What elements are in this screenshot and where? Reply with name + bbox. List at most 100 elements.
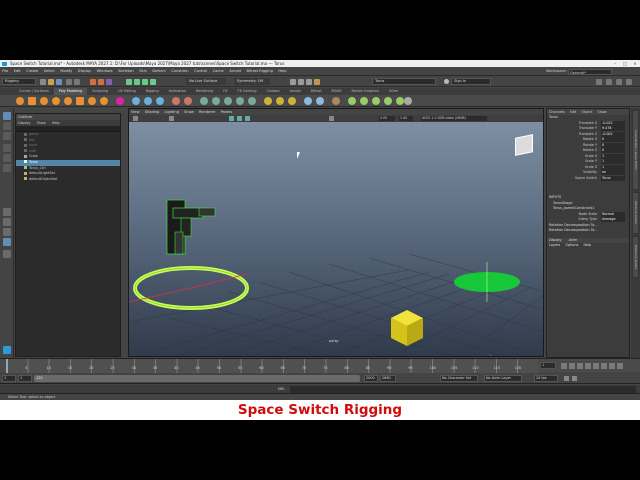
undo-icon[interactable] — [66, 78, 72, 85]
gamma-field[interactable]: 1.00 — [399, 116, 413, 121]
bevel-icon[interactable] — [224, 97, 232, 105]
viewport-panel[interactable]: View Shading Lighting Show Renderer Pane… — [128, 108, 544, 357]
menu-cache[interactable]: Cache — [210, 67, 226, 76]
shelf-tab-arnold[interactable]: Arnold — [285, 88, 306, 95]
menu-create[interactable]: Create — [24, 67, 40, 76]
outliner-menu-show[interactable]: Show — [37, 121, 46, 125]
target-weld-icon[interactable] — [276, 97, 284, 105]
snap-curve-icon[interactable] — [134, 78, 140, 85]
layer-menu-options[interactable]: Options — [565, 243, 578, 247]
layer-menu-help[interactable]: Help — [583, 243, 591, 247]
character-set-dropdown[interactable]: No Character Set — [440, 375, 478, 382]
poly-plane-icon[interactable] — [76, 97, 84, 105]
textured-icon[interactable] — [245, 116, 250, 121]
play-back-icon[interactable] — [577, 363, 583, 369]
snap-surface-icon[interactable] — [150, 78, 156, 85]
mirror-icon[interactable] — [184, 97, 192, 105]
attr-row-space-switch[interactable]: Space Switch Torus — [547, 175, 629, 182]
workspace-dropdown[interactable]: General* — [568, 68, 612, 75]
anim-prefs-icon[interactable] — [572, 376, 577, 381]
poly-disc-icon[interactable] — [88, 97, 96, 105]
live-surface-field[interactable]: No Live Surface — [186, 78, 226, 85]
view-cube[interactable] — [515, 134, 533, 156]
outliner-item[interactable]: defaultObjectSet — [16, 177, 120, 183]
viewport-menu-show[interactable]: Show — [184, 110, 194, 114]
shelf-tab-rendering[interactable]: Rendering — [191, 88, 218, 95]
move-tool-icon[interactable] — [3, 144, 11, 152]
single-view-layout-icon[interactable] — [3, 208, 11, 216]
menu-help[interactable]: Help — [276, 67, 289, 76]
go-to-end-icon[interactable] — [601, 363, 607, 369]
zoom-icon[interactable] — [3, 250, 11, 258]
menu-display[interactable]: Display — [76, 67, 94, 76]
graph-layout-icon[interactable] — [3, 238, 11, 246]
menu-skeleton[interactable]: Skeleton — [116, 67, 136, 76]
spherical-uv-icon[interactable] — [396, 97, 404, 105]
toggle-channel-box-icon[interactable] — [616, 78, 622, 85]
channel-menu-object[interactable]: Object — [581, 110, 592, 114]
anim-end-field[interactable]: 2660 — [380, 375, 396, 382]
current-frame-marker[interactable] — [6, 359, 8, 373]
green-disc-control[interactable] — [454, 262, 520, 302]
uv-editor-icon[interactable] — [348, 97, 356, 105]
ipr-render-icon[interactable] — [298, 78, 304, 85]
menu-modify[interactable]: Modify — [58, 67, 74, 76]
menu-constrain[interactable]: Constrain — [169, 67, 191, 76]
select-hierarchy-icon[interactable] — [90, 78, 96, 85]
step-forward-icon[interactable] — [593, 363, 599, 369]
shelf-tab-curves-surfaces[interactable]: Curves / Surfaces — [14, 88, 54, 95]
shelf-tab-sculpting[interactable]: Sculpting — [87, 88, 113, 95]
close-icon[interactable]: × — [630, 60, 640, 67]
range-bar[interactable]: 120 — [34, 375, 360, 382]
four-view-layout-icon[interactable] — [3, 218, 11, 226]
shelf-tab-motion-graphics[interactable]: Motion Graphics — [346, 88, 384, 95]
step-back-icon[interactable] — [569, 363, 575, 369]
anim-layer-dropdown[interactable]: No Anim Layer — [484, 375, 522, 382]
viewport-menu-shading[interactable]: Shading — [145, 110, 160, 114]
harden-edge-icon[interactable] — [316, 97, 324, 105]
lasso-tool-icon[interactable] — [3, 122, 11, 130]
menu-deform[interactable]: Deform — [150, 67, 168, 76]
rotate-tool-icon[interactable] — [3, 154, 11, 162]
grid-toggle-icon[interactable] — [169, 116, 174, 121]
shelf-settings-icon[interactable] — [404, 97, 412, 105]
automatic-uv-icon[interactable] — [360, 97, 368, 105]
menuset-dropdown[interactable]: Rigging — [2, 78, 36, 85]
fps-dropdown[interactable]: 24 fps — [534, 375, 558, 382]
shelf-tab-xgen[interactable]: XGen — [384, 88, 403, 95]
time-slider-ticks[interactable] — [6, 359, 538, 373]
shelf-tab-bifrost[interactable]: Bifrost — [306, 88, 327, 95]
sign-in-button[interactable]: Sign In — [451, 78, 491, 85]
reduce-icon[interactable] — [332, 97, 340, 105]
anim-start-field[interactable]: 1 — [2, 375, 16, 382]
sweep-mesh-icon[interactable] — [116, 97, 124, 105]
menu-edit[interactable]: Edit — [12, 67, 23, 76]
outliner-layout-icon[interactable] — [3, 228, 11, 236]
cylindrical-uv-icon[interactable] — [384, 97, 392, 105]
select-component-icon[interactable] — [106, 78, 112, 85]
snap-grid-icon[interactable] — [126, 78, 132, 85]
menu-file[interactable]: File — [0, 67, 10, 76]
viewport-menu-lighting[interactable]: Lighting — [164, 110, 179, 114]
render-settings-icon[interactable] — [306, 78, 312, 85]
wireframe-icon[interactable] — [229, 116, 234, 121]
open-scene-icon[interactable] — [48, 78, 54, 85]
layer-menu-layers[interactable]: Layers — [549, 243, 560, 247]
mel-input[interactable] — [290, 386, 636, 393]
multi-cut-icon[interactable] — [264, 97, 272, 105]
menu-windows[interactable]: Windows — [94, 67, 114, 76]
torus-object[interactable] — [129, 266, 249, 310]
bridge-icon[interactable] — [212, 97, 220, 105]
shelf-tab-mash[interactable]: MASH — [327, 88, 347, 95]
outliner-menu-display[interactable]: Display — [18, 121, 31, 125]
side-tab-channel-box[interactable]: Channel Box / Layer Editor — [632, 110, 639, 190]
symmetry-dropdown[interactable]: Symmetry: Off — [234, 78, 270, 85]
side-tab-attribute-editor[interactable]: Attribute Editor — [632, 192, 639, 234]
colorspace-dropdown[interactable]: ACES 1.0 SDR-video (sRGB) — [421, 116, 487, 121]
settings-icon[interactable] — [617, 363, 623, 369]
auto-key-icon[interactable] — [564, 376, 569, 381]
extrude-icon[interactable] — [200, 97, 208, 105]
user-icon[interactable] — [444, 79, 449, 84]
shelf-tab-fx-caching[interactable]: FX Caching — [233, 88, 262, 95]
attr-row[interactable]: Interp Type Average — [547, 217, 629, 223]
